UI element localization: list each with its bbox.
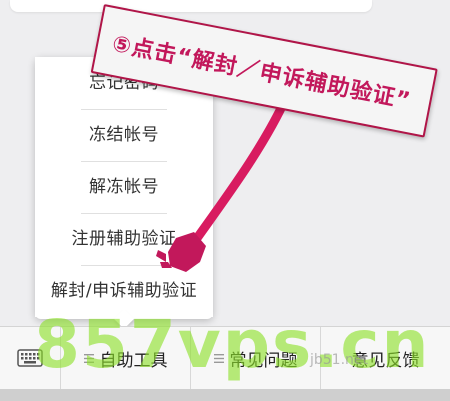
pointing-hand-icon xyxy=(156,232,206,272)
watermark-text: 857vps.cn xyxy=(34,306,431,383)
watermark-jb51: jb51.net xyxy=(310,352,369,368)
